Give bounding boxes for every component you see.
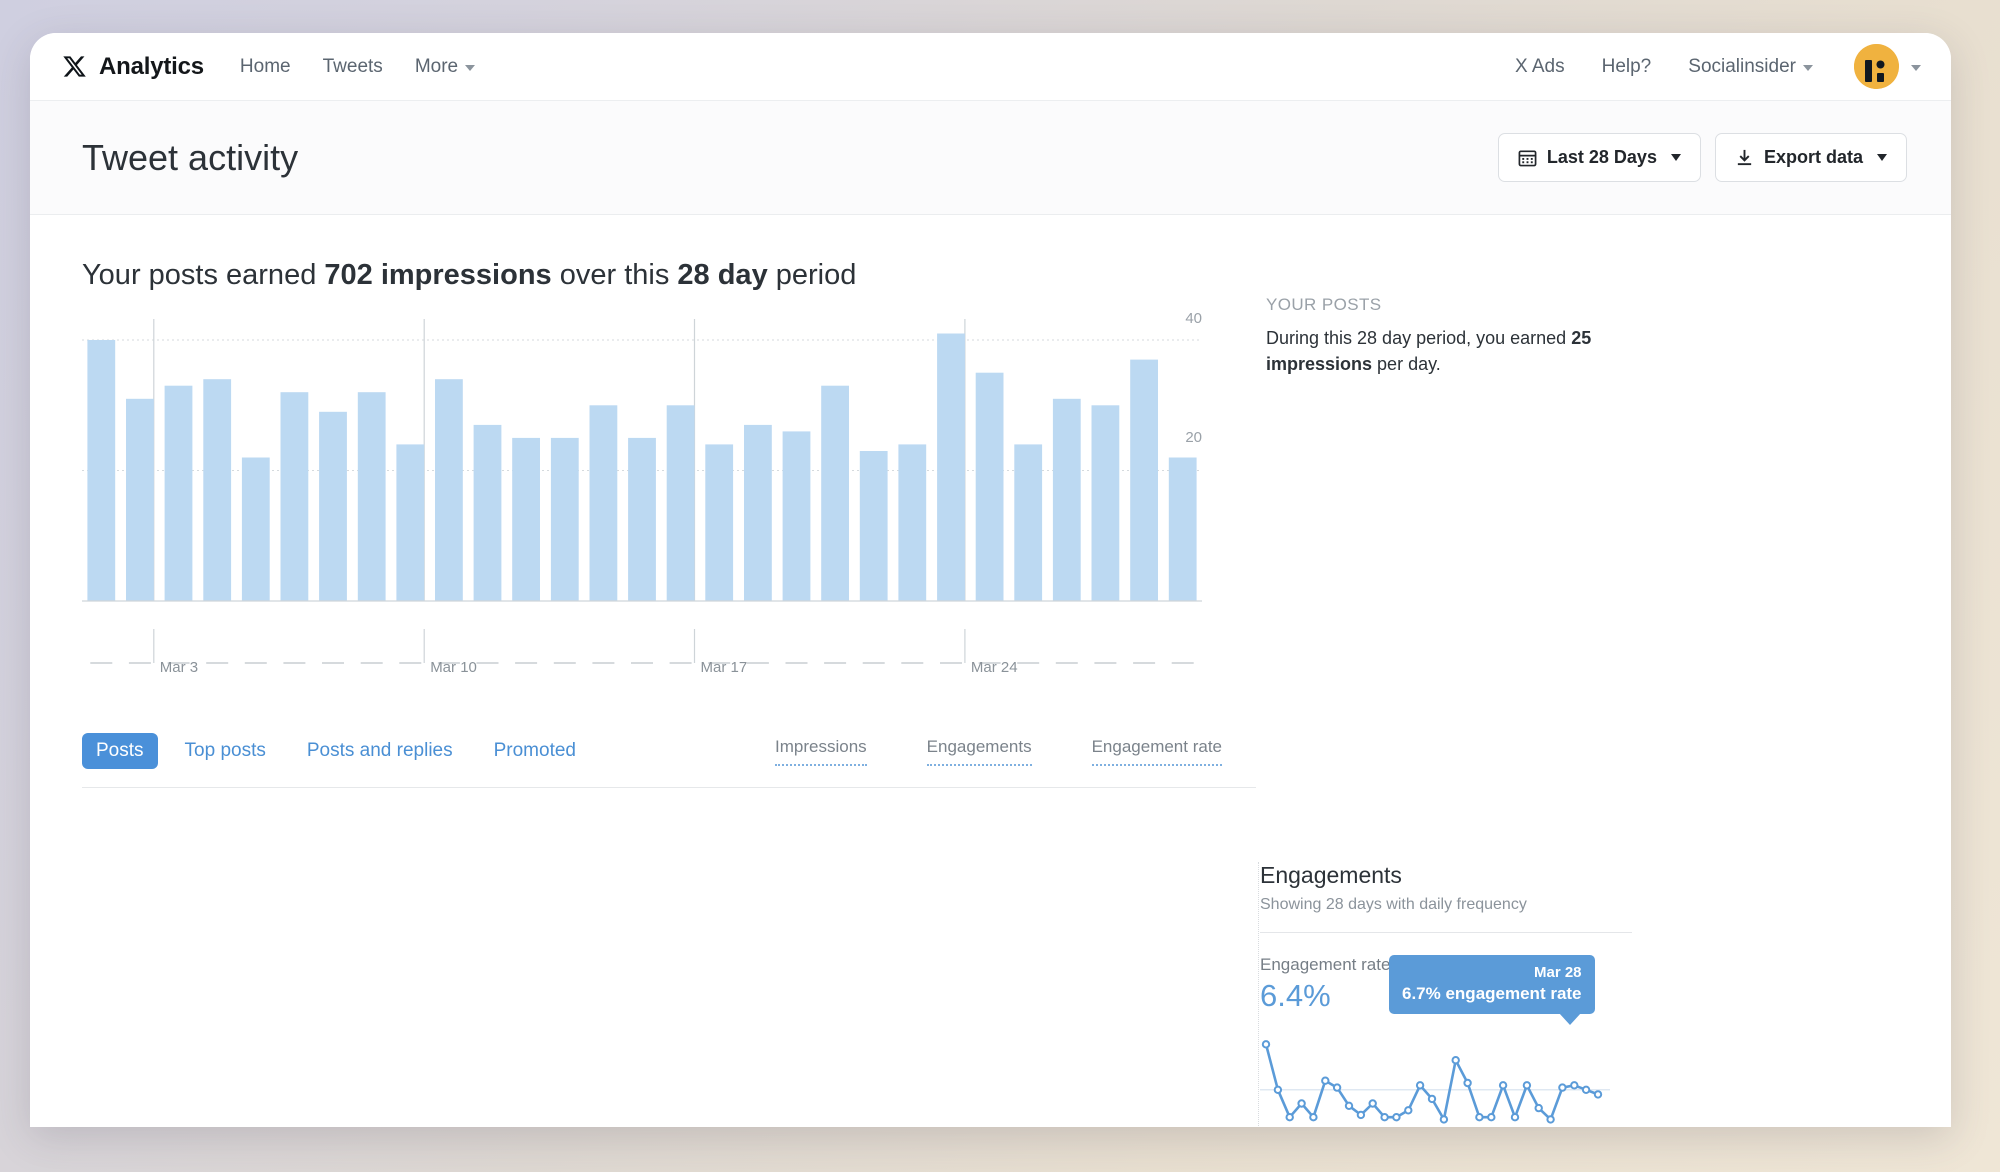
nav-link-tweets[interactable]: Tweets bbox=[323, 56, 383, 78]
headline-post: period bbox=[767, 259, 857, 291]
nav-link-help[interactable]: Help? bbox=[1602, 56, 1652, 78]
your-posts-post: per day. bbox=[1372, 354, 1441, 375]
x-axis-ticks bbox=[90, 629, 1194, 664]
tooltip-arrow bbox=[1558, 1012, 1581, 1025]
x-axis: Mar 3 Mar 10 Mar 17 Mar 24 bbox=[82, 629, 1202, 681]
chevron-down-icon bbox=[1877, 154, 1887, 161]
engagements-panel: Engagements Showing 28 days with daily f… bbox=[1258, 862, 1658, 1127]
content-area: Your posts earned 702 impressions over t… bbox=[30, 215, 1951, 1127]
headline-impressions: 702 impressions bbox=[324, 259, 552, 291]
metric-toggle-group: Impressions Engagements Engagement rate bbox=[775, 737, 1256, 766]
page-title: Tweet activity bbox=[82, 136, 299, 178]
account-menu[interactable] bbox=[1854, 44, 1921, 89]
your-posts-summary: YOUR POSTS During this 28 day period, yo… bbox=[1210, 259, 1630, 377]
nav-link-x-ads[interactable]: X Ads bbox=[1515, 56, 1565, 78]
x-axis-tick-label: Mar 17 bbox=[700, 659, 748, 676]
metric-toggle-engagements[interactable]: Engagements bbox=[926, 736, 1032, 766]
chevron-down-icon bbox=[1911, 65, 1921, 71]
tab-top-posts-label: Top posts bbox=[184, 740, 266, 761]
x-axis-tick-label: Mar 24 bbox=[970, 659, 1018, 676]
engagement-rate-sparkline bbox=[1260, 1040, 1610, 1124]
page-header: Tweet activity Last 28 Days Export data bbox=[30, 101, 1951, 215]
export-data-button[interactable]: Export data bbox=[1714, 133, 1907, 182]
top-navigation-bar: Analytics Home Tweets More X Ads Help? S… bbox=[30, 33, 1951, 101]
engagements-panel-title: Engagements bbox=[1260, 862, 1402, 888]
nav-link-tweets-label: Tweets bbox=[322, 55, 383, 77]
nav-link-help-label: Help? bbox=[1601, 55, 1652, 77]
nav-link-more[interactable]: More bbox=[414, 55, 476, 78]
x-axis-tick-label: Mar 10 bbox=[430, 659, 477, 676]
date-range-button[interactable]: Last 28 Days bbox=[1497, 133, 1701, 182]
sidebar-column: YOUR POSTS During this 28 day period, yo… bbox=[1210, 215, 1951, 1127]
y-axis-label-20: 20 bbox=[1185, 429, 1202, 446]
tabs-and-metrics-row: Posts Top posts Posts and replies Promot… bbox=[82, 733, 1256, 788]
analytics-window: Analytics Home Tweets More X Ads Help? S… bbox=[30, 33, 1951, 1127]
chevron-down-icon bbox=[465, 65, 476, 71]
engagements-panel-subtitle: Showing 28 days with daily frequency bbox=[1260, 896, 1527, 913]
engagement-rate-tooltip-date: Mar 28 bbox=[1533, 964, 1582, 981]
nav-link-home-label: Home bbox=[239, 55, 291, 77]
avatar-glyph-icon bbox=[1854, 44, 1899, 89]
chevron-down-icon bbox=[1803, 65, 1813, 71]
metric-toggle-engagements-label: Engagements bbox=[926, 736, 1032, 756]
nav-link-x-ads-label: X Ads bbox=[1514, 55, 1565, 77]
brand-name: Analytics bbox=[99, 52, 204, 80]
your-posts-pre: During this 28 day period, you earned bbox=[1266, 328, 1572, 348]
tab-posts[interactable]: Posts bbox=[82, 733, 158, 769]
tab-posts-label: Posts bbox=[96, 740, 144, 761]
calendar-icon bbox=[1518, 150, 1537, 167]
tab-promoted[interactable]: Promoted bbox=[480, 733, 590, 769]
x-axis-tick-label: Mar 3 bbox=[159, 659, 199, 676]
your-posts-label: YOUR POSTS bbox=[1266, 295, 1382, 314]
nav-link-home[interactable]: Home bbox=[240, 56, 291, 78]
y-axis-label-40: 40 bbox=[1185, 310, 1202, 327]
impressions-bar-chart: 40 20 bbox=[82, 310, 1202, 629]
metric-toggle-impressions[interactable]: Impressions bbox=[775, 737, 867, 766]
export-data-label: Export data bbox=[1763, 147, 1863, 167]
chevron-down-icon bbox=[1670, 154, 1681, 161]
nav-link-account-label: Socialinsider bbox=[1688, 55, 1796, 77]
headline-period: 28 day bbox=[677, 259, 768, 291]
main-column: Your posts earned 702 impressions over t… bbox=[30, 215, 1256, 1127]
primary-nav-links: Home Tweets More bbox=[240, 55, 476, 78]
metric-toggle-impressions-label: Impressions bbox=[775, 736, 867, 756]
bar-chart-plot bbox=[82, 319, 1202, 602]
nav-link-more-label: More bbox=[414, 55, 459, 77]
your-posts-body: During this 28 day period, you earned 25… bbox=[1266, 325, 1630, 377]
headline-pre: Your posts earned bbox=[82, 259, 325, 291]
header-actions: Last 28 Days Export data bbox=[1497, 133, 1907, 182]
metric-toggle-engagement-rate-label: Engagement rate bbox=[1091, 736, 1222, 756]
download-icon bbox=[1737, 149, 1752, 166]
tab-promoted-label: Promoted bbox=[493, 740, 576, 761]
metric-toggle-engagement-rate[interactable]: Engagement rate bbox=[1091, 736, 1222, 766]
engagement-rate-block[interactable]: Engagement rate 6.4% Mar 28 6.7% engagem… bbox=[1260, 933, 1658, 1127]
tab-posts-and-replies-label: Posts and replies bbox=[306, 740, 453, 761]
date-range-label: Last 28 Days bbox=[1546, 147, 1657, 167]
avatar[interactable] bbox=[1854, 44, 1899, 89]
secondary-nav-links: X Ads Help? Socialinsider bbox=[1515, 44, 1921, 89]
tab-top-posts[interactable]: Top posts bbox=[171, 733, 280, 769]
nav-link-account[interactable]: Socialinsider bbox=[1688, 56, 1813, 78]
engagement-rate-tooltip: Mar 28 6.7% engagement rate bbox=[1389, 955, 1595, 1025]
tab-posts-and-replies[interactable]: Posts and replies bbox=[293, 733, 467, 769]
brand-logo-area[interactable]: Analytics bbox=[62, 53, 204, 81]
x-logo-icon bbox=[63, 56, 86, 77]
impressions-headline: Your posts earned 702 impressions over t… bbox=[82, 259, 1210, 292]
engagement-rate-tooltip-text: 6.7% engagement rate bbox=[1402, 983, 1582, 1003]
headline-mid: over this bbox=[551, 259, 678, 291]
